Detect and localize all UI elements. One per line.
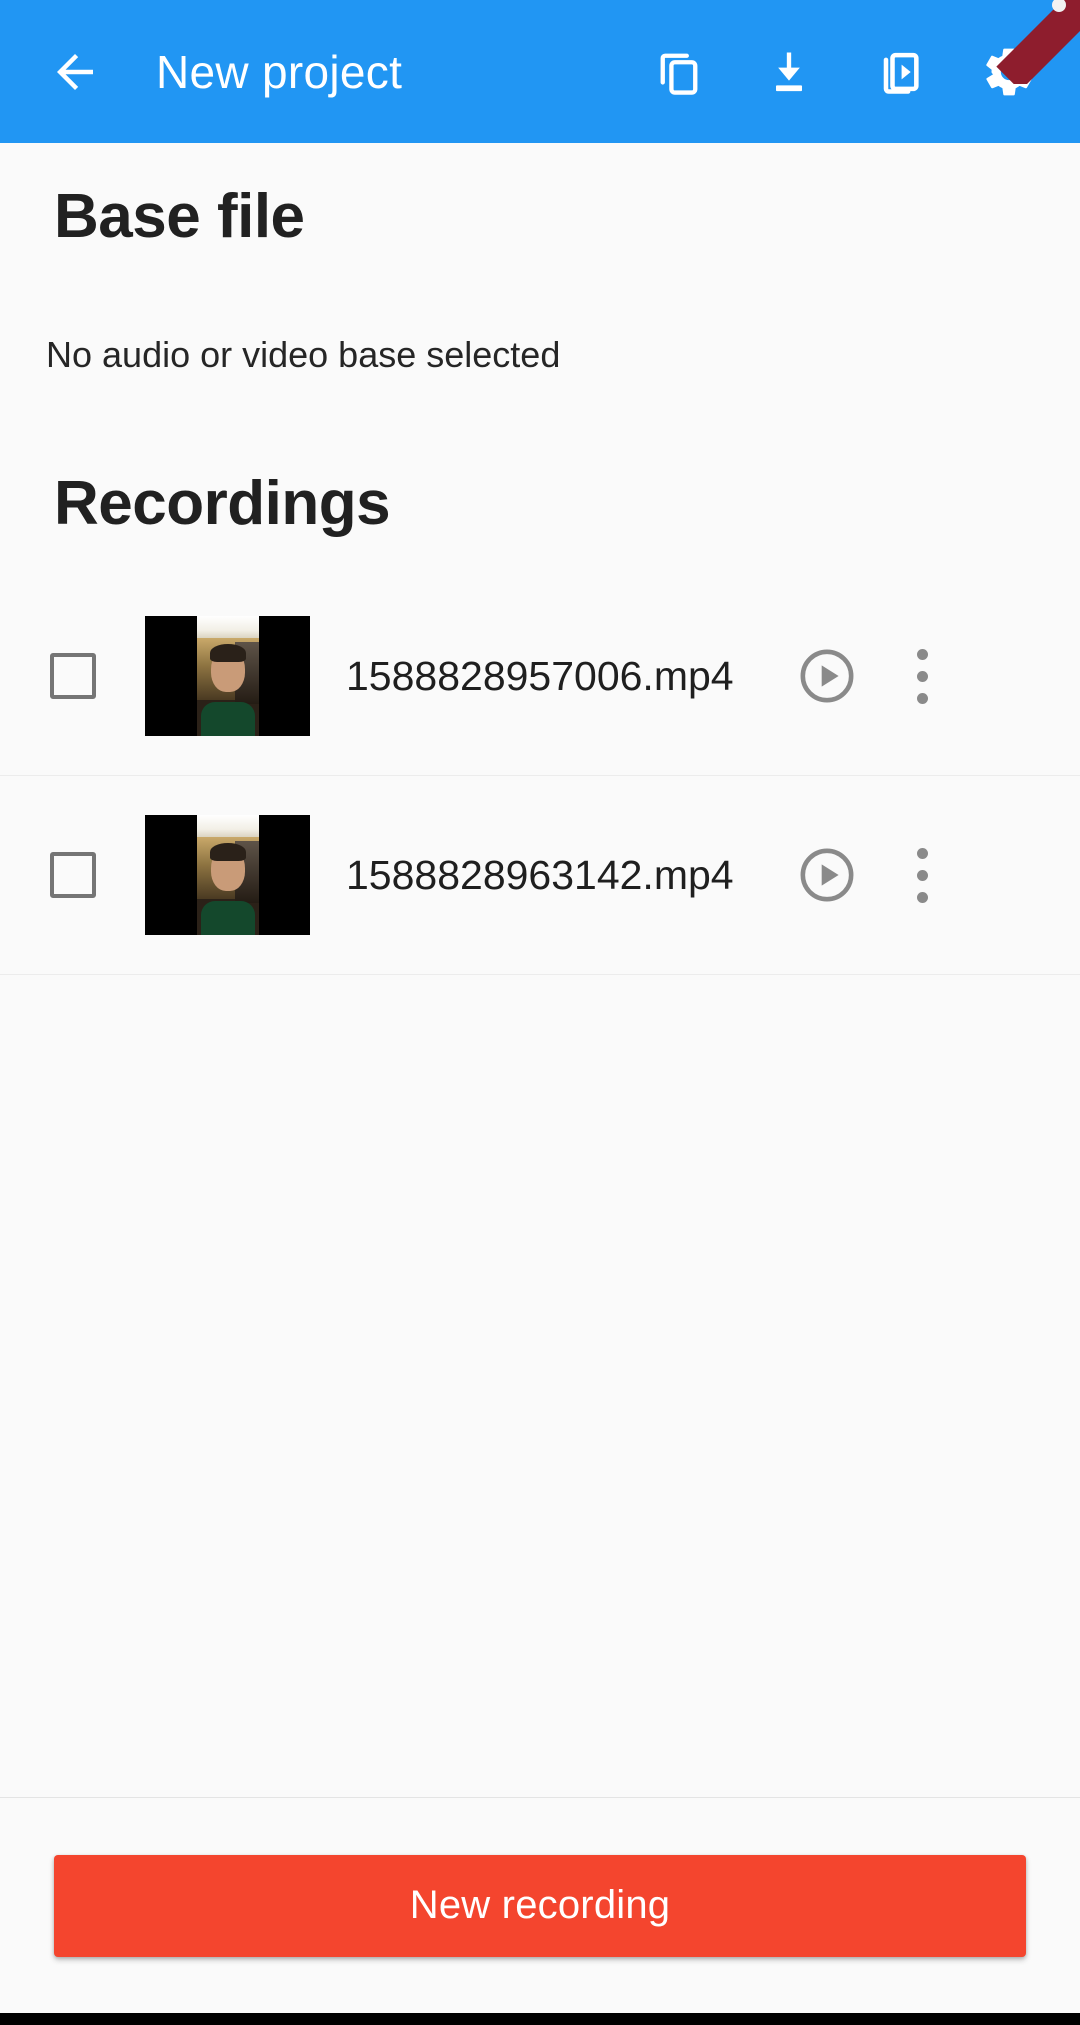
checkbox-box[interactable] [49, 852, 96, 898]
more-dot [916, 692, 928, 704]
more-dot [916, 670, 928, 682]
more-options-icon[interactable] [874, 648, 970, 704]
thumbnail-person-hair [209, 644, 246, 662]
thumbnail-person-torso [200, 901, 255, 935]
download-icon[interactable] [756, 39, 822, 105]
recordings-heading: Recordings [54, 469, 391, 538]
more-dot [916, 891, 928, 903]
recording-select-checkbox[interactable] [0, 653, 145, 699]
duplicate-icon[interactable] [646, 39, 712, 105]
more-dot [916, 648, 928, 660]
thumbnail-person-torso [200, 702, 255, 736]
top-app-bar: New project [0, 0, 1080, 143]
more-dot [916, 847, 928, 859]
base-file-heading: Base file [54, 182, 305, 251]
thumbnail-frame [196, 815, 259, 935]
thumbnail-frame [196, 616, 259, 736]
thumbnail-person-hair [209, 843, 246, 861]
back-button[interactable] [38, 35, 112, 109]
navigation-strip [0, 2013, 1080, 2025]
content-area: Base file No audio or video base selecte… [0, 143, 1080, 1797]
base-file-empty-text: No audio or video base selected [46, 334, 561, 375]
checkbox-box[interactable] [49, 653, 96, 699]
page-title: New project [156, 45, 403, 98]
table-row[interactable]: 1588828963142.mp4 [0, 776, 1080, 975]
recording-select-checkbox[interactable] [0, 852, 145, 898]
play-button[interactable] [780, 647, 874, 705]
project-screen: New project Base file No audio or video … [0, 0, 1080, 2025]
recording-filename: 1588828963142.mp4 [346, 851, 734, 898]
appbar-actions [646, 39, 1052, 105]
ribbon-dot [1052, 0, 1066, 12]
new-recording-button[interactable]: New recording [54, 1854, 1026, 1957]
table-row[interactable]: 1588828957006.mp4 [0, 577, 1080, 776]
settings-gear-icon[interactable] [976, 39, 1042, 105]
more-dot [916, 869, 928, 881]
recordings-list: 1588828957006.mp4 1588828963142.mp4 [0, 577, 1080, 975]
recording-thumbnail[interactable] [145, 815, 310, 935]
export-video-icon[interactable] [866, 39, 932, 105]
recording-filename: 1588828957006.mp4 [346, 652, 734, 699]
recording-thumbnail[interactable] [145, 616, 310, 736]
more-options-icon[interactable] [874, 847, 970, 903]
bottom-action-bar: New recording [0, 1798, 1080, 2013]
play-button[interactable] [780, 846, 874, 904]
